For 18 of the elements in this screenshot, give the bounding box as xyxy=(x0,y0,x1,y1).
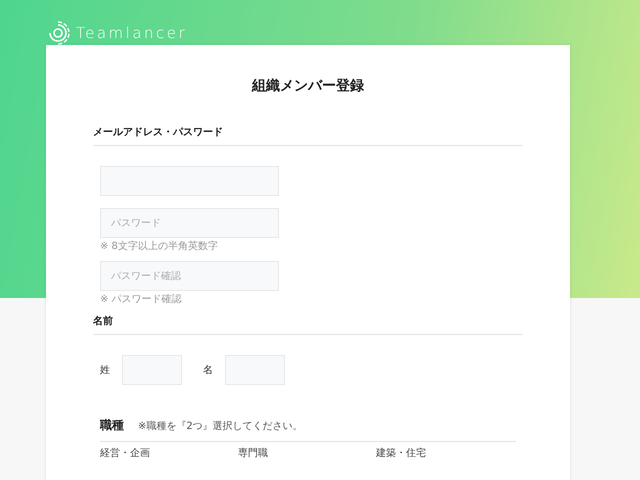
section-heading: 名前 xyxy=(93,314,523,335)
hint-text: ※ パスワード確認 xyxy=(100,292,183,306)
hint-text: ※ 8文字以上の半角英数字 xyxy=(100,240,219,253)
logo-text: Teamlancer xyxy=(76,24,188,42)
section-heading: メールアドレス・パスワード xyxy=(93,125,523,146)
input-field[interactable]: パスワード xyxy=(100,208,279,238)
input-field[interactable] xyxy=(122,355,182,385)
job-option[interactable]: 専門職 xyxy=(238,446,376,460)
form-title: 組織メンバー登録 xyxy=(250,77,365,95)
job-option[interactable]: 経営・企画 xyxy=(100,446,238,460)
input-field[interactable] xyxy=(100,166,279,196)
field-label: 姓 xyxy=(100,364,110,377)
section-heading: 職種 xyxy=(100,417,124,434)
input-field[interactable] xyxy=(225,355,285,385)
note-text: ※職種を『2つ』選択してください。 xyxy=(138,420,303,433)
input-field[interactable]: パスワード確認 xyxy=(100,261,279,291)
job-option[interactable]: 建築・住宅 xyxy=(376,446,514,460)
field-label: 名 xyxy=(203,364,213,377)
